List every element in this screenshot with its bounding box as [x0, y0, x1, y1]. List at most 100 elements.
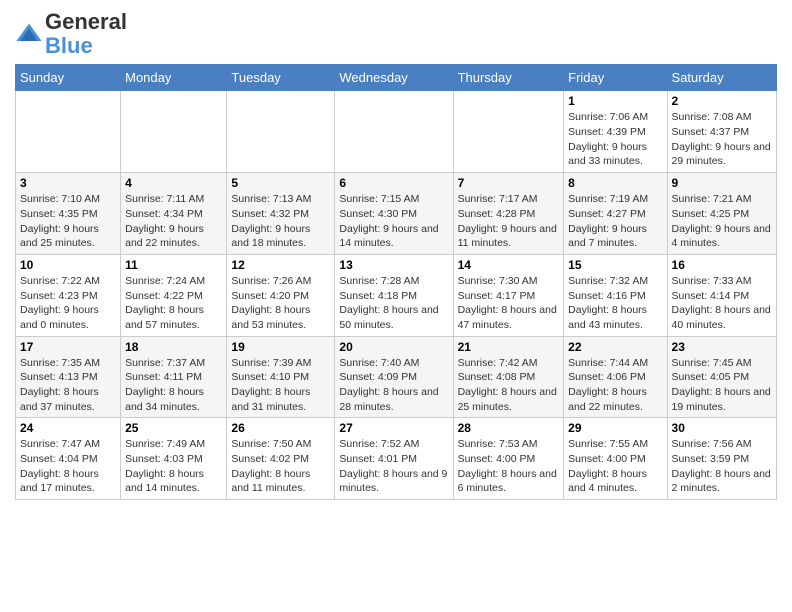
day-cell: 27 Sunrise: 7:52 AM Sunset: 4:01 PM Dayli…: [335, 418, 453, 500]
day-info: Sunrise: 7:15 AM Sunset: 4:30 PM Dayligh…: [339, 192, 448, 251]
week-row-5: 24 Sunrise: 7:47 AM Sunset: 4:04 PM Dayli…: [16, 418, 777, 500]
day-cell: 18 Sunrise: 7:37 AM Sunset: 4:11 PM Dayli…: [121, 336, 227, 418]
weekday-header-saturday: Saturday: [667, 65, 776, 91]
day-info: Sunrise: 7:45 AM Sunset: 4:05 PM Dayligh…: [672, 356, 772, 415]
day-info: Sunrise: 7:30 AM Sunset: 4:17 PM Dayligh…: [458, 274, 560, 333]
day-number: 5: [231, 176, 330, 190]
day-number: 1: [568, 94, 662, 108]
week-row-4: 17 Sunrise: 7:35 AM Sunset: 4:13 PM Dayli…: [16, 336, 777, 418]
weekday-header-wednesday: Wednesday: [335, 65, 453, 91]
logo-icon: [15, 20, 43, 48]
day-info: Sunrise: 7:53 AM Sunset: 4:00 PM Dayligh…: [458, 437, 560, 496]
day-number: 19: [231, 340, 330, 354]
day-info: Sunrise: 7:13 AM Sunset: 4:32 PM Dayligh…: [231, 192, 330, 251]
weekday-header-tuesday: Tuesday: [227, 65, 335, 91]
day-number: 2: [672, 94, 772, 108]
calendar-table: SundayMondayTuesdayWednesdayThursdayFrid…: [15, 64, 777, 500]
day-cell: 4Sunrise: 7:11 AM Sunset: 4:34 PM Daylig…: [121, 173, 227, 255]
day-info: Sunrise: 7:10 AM Sunset: 4:35 PM Dayligh…: [20, 192, 116, 251]
day-cell: 11 Sunrise: 7:24 AM Sunset: 4:22 PM Dayli…: [121, 254, 227, 336]
day-number: 14: [458, 258, 560, 272]
day-cell: [335, 91, 453, 173]
day-cell: 10 Sunrise: 7:22 AM Sunset: 4:23 PM Dayli…: [16, 254, 121, 336]
day-number: 25: [125, 421, 222, 435]
day-number: 11: [125, 258, 222, 272]
week-row-3: 10 Sunrise: 7:22 AM Sunset: 4:23 PM Dayli…: [16, 254, 777, 336]
day-number: 21: [458, 340, 560, 354]
day-number: 13: [339, 258, 448, 272]
day-info: Sunrise: 7:42 AM Sunset: 4:08 PM Dayligh…: [458, 356, 560, 415]
day-number: 10: [20, 258, 116, 272]
day-cell: [121, 91, 227, 173]
day-info: Sunrise: 7:22 AM Sunset: 4:23 PM Dayligh…: [20, 274, 116, 333]
day-cell: 19 Sunrise: 7:39 AM Sunset: 4:10 PM Dayli…: [227, 336, 335, 418]
day-info: Sunrise: 7:56 AM Sunset: 3:59 PM Dayligh…: [672, 437, 772, 496]
day-number: 26: [231, 421, 330, 435]
day-info: Sunrise: 7:21 AM Sunset: 4:25 PM Dayligh…: [672, 192, 772, 251]
day-info: Sunrise: 7:49 AM Sunset: 4:03 PM Dayligh…: [125, 437, 222, 496]
day-number: 4: [125, 176, 222, 190]
day-number: 20: [339, 340, 448, 354]
day-cell: 14 Sunrise: 7:30 AM Sunset: 4:17 PM Dayli…: [453, 254, 564, 336]
week-row-2: 3Sunrise: 7:10 AM Sunset: 4:35 PM Daylig…: [16, 173, 777, 255]
day-number: 24: [20, 421, 116, 435]
day-number: 8: [568, 176, 662, 190]
weekday-header-monday: Monday: [121, 65, 227, 91]
day-number: 28: [458, 421, 560, 435]
day-cell: 24 Sunrise: 7:47 AM Sunset: 4:04 PM Dayli…: [16, 418, 121, 500]
day-cell: [16, 91, 121, 173]
day-info: Sunrise: 7:50 AM Sunset: 4:02 PM Dayligh…: [231, 437, 330, 496]
header: General Blue: [15, 10, 777, 58]
weekday-header-sunday: Sunday: [16, 65, 121, 91]
day-info: Sunrise: 7:17 AM Sunset: 4:28 PM Dayligh…: [458, 192, 560, 251]
day-cell: 23 Sunrise: 7:45 AM Sunset: 4:05 PM Dayli…: [667, 336, 776, 418]
day-cell: 15 Sunrise: 7:32 AM Sunset: 4:16 PM Dayli…: [564, 254, 667, 336]
day-number: 15: [568, 258, 662, 272]
day-cell: 22 Sunrise: 7:44 AM Sunset: 4:06 PM Dayli…: [564, 336, 667, 418]
weekday-header-thursday: Thursday: [453, 65, 564, 91]
day-info: Sunrise: 7:32 AM Sunset: 4:16 PM Dayligh…: [568, 274, 662, 333]
day-number: 7: [458, 176, 560, 190]
day-cell: 9 Sunrise: 7:21 AM Sunset: 4:25 PM Daylig…: [667, 173, 776, 255]
day-info: Sunrise: 7:35 AM Sunset: 4:13 PM Dayligh…: [20, 356, 116, 415]
day-info: Sunrise: 7:33 AM Sunset: 4:14 PM Dayligh…: [672, 274, 772, 333]
day-number: 27: [339, 421, 448, 435]
day-cell: 6 Sunrise: 7:15 AM Sunset: 4:30 PM Daylig…: [335, 173, 453, 255]
day-info: Sunrise: 7:44 AM Sunset: 4:06 PM Dayligh…: [568, 356, 662, 415]
day-number: 18: [125, 340, 222, 354]
day-number: 12: [231, 258, 330, 272]
day-cell: 30Sunrise: 7:56 AM Sunset: 3:59 PM Dayli…: [667, 418, 776, 500]
day-cell: 3Sunrise: 7:10 AM Sunset: 4:35 PM Daylig…: [16, 173, 121, 255]
day-info: Sunrise: 7:40 AM Sunset: 4:09 PM Dayligh…: [339, 356, 448, 415]
day-info: Sunrise: 7:19 AM Sunset: 4:27 PM Dayligh…: [568, 192, 662, 251]
day-info: Sunrise: 7:52 AM Sunset: 4:01 PM Dayligh…: [339, 437, 448, 496]
day-number: 22: [568, 340, 662, 354]
logo-text: General Blue: [45, 10, 127, 58]
day-number: 17: [20, 340, 116, 354]
weekday-header-row: SundayMondayTuesdayWednesdayThursdayFrid…: [16, 65, 777, 91]
day-number: 6: [339, 176, 448, 190]
day-info: Sunrise: 7:24 AM Sunset: 4:22 PM Dayligh…: [125, 274, 222, 333]
day-cell: 20 Sunrise: 7:40 AM Sunset: 4:09 PM Dayli…: [335, 336, 453, 418]
day-number: 16: [672, 258, 772, 272]
day-number: 9: [672, 176, 772, 190]
day-cell: 7 Sunrise: 7:17 AM Sunset: 4:28 PM Daylig…: [453, 173, 564, 255]
page: General Blue SundayMondayTuesdayWednesda…: [0, 0, 792, 510]
day-cell: 21 Sunrise: 7:42 AM Sunset: 4:08 PM Dayli…: [453, 336, 564, 418]
week-row-1: 1Sunrise: 7:06 AM Sunset: 4:39 PM Daylig…: [16, 91, 777, 173]
day-cell: 8 Sunrise: 7:19 AM Sunset: 4:27 PM Daylig…: [564, 173, 667, 255]
day-cell: 5 Sunrise: 7:13 AM Sunset: 4:32 PM Daylig…: [227, 173, 335, 255]
day-cell: 12 Sunrise: 7:26 AM Sunset: 4:20 PM Dayli…: [227, 254, 335, 336]
day-cell: [453, 91, 564, 173]
day-info: Sunrise: 7:39 AM Sunset: 4:10 PM Dayligh…: [231, 356, 330, 415]
day-info: Sunrise: 7:47 AM Sunset: 4:04 PM Dayligh…: [20, 437, 116, 496]
day-number: 23: [672, 340, 772, 354]
day-info: Sunrise: 7:26 AM Sunset: 4:20 PM Dayligh…: [231, 274, 330, 333]
day-info: Sunrise: 7:08 AM Sunset: 4:37 PM Dayligh…: [672, 110, 772, 169]
day-cell: 17 Sunrise: 7:35 AM Sunset: 4:13 PM Dayli…: [16, 336, 121, 418]
day-number: 29: [568, 421, 662, 435]
day-info: Sunrise: 7:37 AM Sunset: 4:11 PM Dayligh…: [125, 356, 222, 415]
day-cell: 26 Sunrise: 7:50 AM Sunset: 4:02 PM Dayli…: [227, 418, 335, 500]
weekday-header-friday: Friday: [564, 65, 667, 91]
day-info: Sunrise: 7:55 AM Sunset: 4:00 PM Dayligh…: [568, 437, 662, 496]
